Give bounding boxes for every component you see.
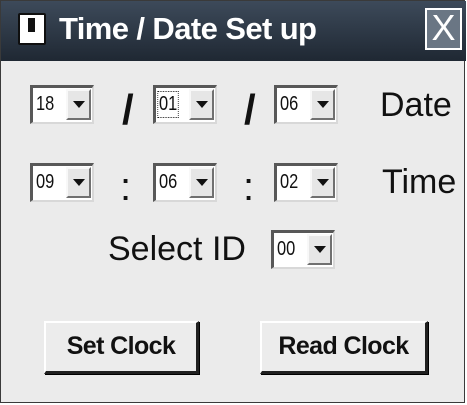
date-separator: / — [244, 86, 256, 133]
date-label: Date — [380, 86, 452, 124]
month-value: 01 — [157, 91, 179, 118]
chevron-down-icon[interactable] — [189, 89, 214, 120]
dialog-window: Time / Date Set up X 18 / 01 / 06 Date 0… — [0, 0, 466, 403]
select-id-label: Select ID — [108, 230, 246, 268]
date-separator: / — [122, 86, 134, 133]
year-select[interactable]: 06 — [274, 85, 338, 124]
read-clock-button[interactable]: Read Clock — [260, 321, 428, 374]
close-button[interactable]: X — [425, 8, 462, 50]
day-value: 18 — [36, 93, 55, 115]
time-separator: : — [120, 165, 132, 209]
second-select[interactable]: 02 — [274, 163, 338, 202]
minute-value: 06 — [159, 171, 178, 193]
chevron-down-icon[interactable] — [66, 89, 91, 120]
minute-select[interactable]: 06 — [153, 163, 217, 202]
chevron-down-icon[interactable] — [310, 89, 335, 120]
id-select[interactable]: 00 — [271, 230, 335, 269]
window-title: Time / Date Set up — [59, 11, 317, 46]
second-value: 02 — [280, 171, 299, 193]
set-clock-button[interactable]: Set Clock — [44, 321, 199, 374]
day-select[interactable]: 18 — [30, 85, 94, 124]
chevron-down-icon[interactable] — [66, 167, 91, 198]
year-value: 06 — [280, 93, 299, 115]
id-value: 00 — [277, 238, 296, 260]
time-label: Time — [382, 163, 457, 201]
chevron-down-icon[interactable] — [189, 167, 214, 198]
title-bar[interactable]: Time / Date Set up X — [1, 1, 466, 61]
hour-value: 09 — [36, 171, 55, 193]
time-separator: : — [243, 165, 255, 209]
chevron-down-icon[interactable] — [310, 167, 335, 198]
hour-select[interactable]: 09 — [30, 163, 94, 202]
month-select[interactable]: 01 — [153, 85, 217, 124]
chevron-down-icon[interactable] — [307, 234, 332, 265]
app-icon — [18, 13, 46, 45]
